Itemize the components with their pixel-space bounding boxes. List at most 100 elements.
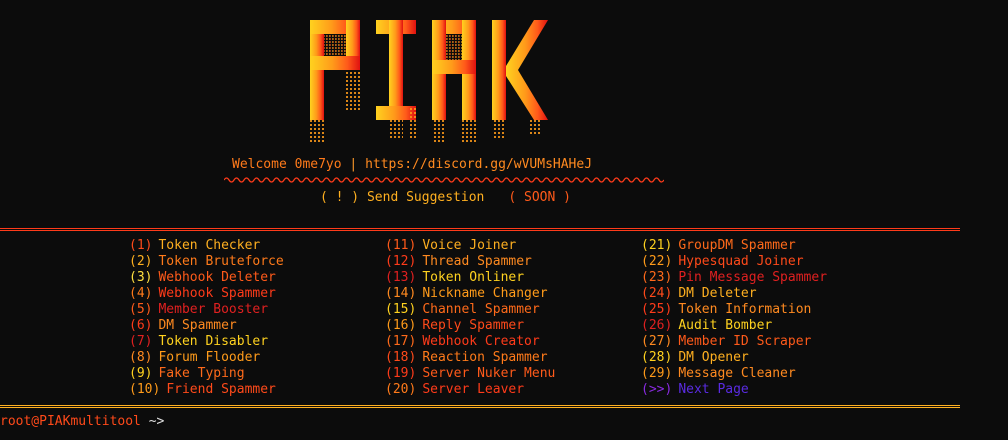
menu-column-1: (1) Token Checker (2) Token Bruteforce (3) We… — [129, 238, 284, 398]
suggestion-line: ( ! ) Send Suggestion ( SOON ) — [320, 190, 571, 205]
menu-item-webhook-deleter[interactable]: (3) Webhook Deleter — [129, 270, 284, 286]
menu-item-friend-spammer[interactable]: (10) Friend Spammer — [129, 382, 284, 398]
menu-item-label: Fake Typing — [158, 366, 245, 381]
menu-item-number: (15) — [385, 302, 417, 317]
menu-item-label: Friend Spammer — [166, 382, 276, 397]
menu-item-label: Token Information — [678, 302, 812, 317]
menu-item-number: (9) — [129, 366, 153, 381]
menu-item-hypesquad-joiner[interactable]: (22) Hypesquad Joiner — [641, 254, 827, 270]
menu-item-channel-spammer[interactable]: (15) Channel Spammer — [385, 302, 555, 318]
menu-item-number: (7) — [129, 334, 153, 349]
menu-item-label: Server Nuker Menu — [422, 366, 556, 381]
menu-item-label: GroupDM Spammer — [678, 238, 796, 253]
menu-item-number: (19) — [385, 366, 417, 381]
menu-item-number: (1) — [129, 238, 153, 253]
menu-item-number: (29) — [641, 366, 673, 381]
menu-item-number: (26) — [641, 318, 673, 333]
menu-item-reaction-spammer[interactable]: (18) Reaction Spammer — [385, 350, 555, 366]
menu-item-dm-deleter[interactable]: (24) DM Deleter — [641, 286, 827, 302]
menu-item-groupdm-spammer[interactable]: (21) GroupDM Spammer — [641, 238, 827, 254]
menu-item-dm-opener[interactable]: (28) DM Opener — [641, 350, 827, 366]
menu-item-number: (13) — [385, 270, 417, 285]
menu-item-number: (>>) — [641, 382, 673, 397]
menu-item-number: (12) — [385, 254, 417, 269]
menu-item-forum-flooder[interactable]: (8) Forum Flooder — [129, 350, 284, 366]
menu-item-label: Channel Spammer — [422, 302, 540, 317]
menu-item-label: Reply Spammer — [422, 318, 525, 333]
menu-item-label: DM Opener — [678, 350, 749, 365]
menu-item-number: (14) — [385, 286, 417, 301]
send-suggestion-option[interactable]: ( ! ) Send Suggestion — [320, 190, 484, 205]
menu-item-number: (21) — [641, 238, 673, 253]
menu-column-3: (21) GroupDM Spammer (22) Hypesquad Joiner(… — [641, 238, 827, 398]
menu-item-label: Message Cleaner — [678, 366, 796, 381]
menu-item-member-booster[interactable]: (5) Member Booster — [129, 302, 284, 318]
menu-item-label: Token Onliner — [422, 270, 525, 285]
banner-separator: | — [349, 157, 358, 172]
menu-item-label: Token Disabler — [158, 334, 269, 349]
squiggle-divider — [224, 177, 664, 183]
menu-item-label: Voice Joiner — [422, 238, 517, 253]
menu-item-label: Server Leaver — [422, 382, 525, 397]
menu-item-label: Reaction Spammer — [422, 350, 548, 365]
top-divider — [0, 228, 960, 231]
menu-item-number: (28) — [641, 350, 673, 365]
command-prompt[interactable]: root@PIAKmultitool ~> — [0, 414, 164, 429]
menu-item-number: (3) — [129, 270, 153, 285]
menu-item-number: (17) — [385, 334, 417, 349]
menu-item-number: (24) — [641, 286, 673, 301]
menu-item-label: DM Deleter — [678, 286, 757, 301]
menu-item-token-checker[interactable]: (1) Token Checker — [129, 238, 284, 254]
menu-item-number: (6) — [129, 318, 153, 333]
menu-item-label: Next Page — [678, 382, 749, 397]
menu-item-pin-message-spammer[interactable]: (23) Pin Message Spammer — [641, 270, 827, 286]
menu-item-label: Audit Bomber — [678, 318, 773, 333]
menu-item-number: (18) — [385, 350, 417, 365]
menu-item-number: (10) — [129, 382, 161, 397]
menu-item-nickname-changer[interactable]: (14) Nickname Changer — [385, 286, 555, 302]
menu-item-token-onliner[interactable]: (13) Token Onliner — [385, 270, 555, 286]
menu-item-number: (4) — [129, 286, 153, 301]
menu-item-token-information[interactable]: (25) Token Information — [641, 302, 827, 318]
menu-column-2: (11) Voice Joiner (12) Thread Spammer (13) To… — [385, 238, 555, 398]
piak-logo — [310, 20, 548, 144]
menu-item-next-page[interactable]: (>>) Next Page — [641, 382, 827, 398]
menu-item-dm-spammer[interactable]: (6) DM Spammer — [129, 318, 284, 334]
menu-item-token-bruteforce[interactable]: (2) Token Bruteforce — [129, 254, 284, 270]
menu-item-server-leaver[interactable]: (20) Server Leaver — [385, 382, 555, 398]
welcome-text: Welcome 0me7yo — [232, 157, 342, 172]
menu-item-label: Token Checker — [158, 238, 261, 253]
menu-item-label: Hypesquad Joiner — [678, 254, 804, 269]
menu-item-member-id-scraper[interactable]: (27) Member ID Scraper — [641, 334, 827, 350]
menu-item-fake-typing[interactable]: (9) Fake Typing — [129, 366, 284, 382]
menu-item-webhook-creator[interactable]: (17) Webhook Creator — [385, 334, 555, 350]
menu-item-label: Webhook Deleter — [158, 270, 276, 285]
menu-item-number: (8) — [129, 350, 153, 365]
menu-item-label: Pin Message Spammer — [678, 270, 828, 285]
menu-item-thread-spammer[interactable]: (12) Thread Spammer — [385, 254, 555, 270]
discord-invite-link[interactable]: https://discord.gg/wVUMsHAHeJ — [365, 157, 592, 172]
menu-item-number: (2) — [129, 254, 153, 269]
menu-item-label: Webhook Spammer — [158, 286, 276, 301]
menu-item-token-disabler[interactable]: (7) Token Disabler — [129, 334, 284, 350]
menu-item-label: Forum Flooder — [158, 350, 261, 365]
menu-item-reply-spammer[interactable]: (16) Reply Spammer — [385, 318, 555, 334]
menu-item-number: (20) — [385, 382, 417, 397]
menu-item-webhook-spammer[interactable]: (4) Webhook Spammer — [129, 286, 284, 302]
menu-item-number: (5) — [129, 302, 153, 317]
menu-item-audit-bomber[interactable]: (26) Audit Bomber — [641, 318, 827, 334]
menu-item-server-nuker-menu[interactable]: (19) Server Nuker Menu — [385, 366, 555, 382]
menu-item-label: Member ID Scraper — [678, 334, 812, 349]
prompt-host: root@PIAKmultitool — [0, 414, 141, 429]
bottom-divider — [0, 405, 960, 408]
welcome-banner: Welcome 0me7yo | https://discord.gg/wVUM… — [232, 157, 592, 172]
menu-item-number: (16) — [385, 318, 417, 333]
menu-item-label: Token Bruteforce — [158, 254, 284, 269]
menu-item-label: DM Spammer — [158, 318, 237, 333]
soon-badge: ( SOON ) — [508, 190, 571, 205]
menu-item-number: (27) — [641, 334, 673, 349]
menu-item-voice-joiner[interactable]: (11) Voice Joiner — [385, 238, 555, 254]
menu-item-number: (22) — [641, 254, 673, 269]
menu-item-label: Thread Spammer — [422, 254, 532, 269]
menu-item-message-cleaner[interactable]: (29) Message Cleaner — [641, 366, 827, 382]
